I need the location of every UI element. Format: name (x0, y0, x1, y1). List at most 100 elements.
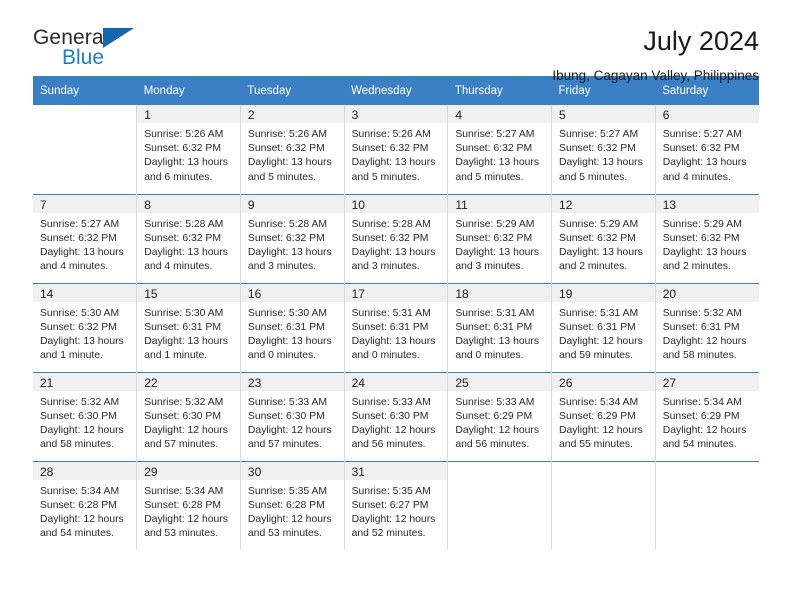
calendar-day-cell[interactable]: 28 Sunrise: 5:34 AM Sunset: 6:28 PM Dayligh… (33, 460, 138, 550)
daylight-text: Daylight: 12 hours (247, 513, 332, 525)
day-number: 17 (344, 283, 448, 302)
day-details (448, 480, 551, 485)
calendar-day-cell[interactable]: 9 Sunrise: 5:28 AM Sunset: 6:32 PM Daylight… (240, 193, 345, 283)
calendar-day-cell[interactable]: 22 Sunrise: 5:32 AM Sunset: 6:30 PM Dayligh… (136, 371, 241, 461)
sunrise-text: Sunrise: 5:28 AM (144, 218, 224, 230)
calendar-day-cell[interactable]: 8 Sunrise: 5:28 AM Sunset: 6:32 PM Daylight… (136, 193, 241, 283)
calendar-day-cell[interactable]: 15 Sunrise: 5:30 AM Sunset: 6:31 PM Dayligh… (136, 282, 241, 372)
day-details: Sunrise: 5:33 AM Sunset: 6:29 PM Daylight:… (448, 391, 551, 453)
calendar-day-cell[interactable]: 12 Sunrise: 5:29 AM Sunset: 6:32 PM Dayligh… (551, 193, 656, 283)
calendar-day-cell[interactable]: 7 Sunrise: 5:27 AM Sunset: 6:32 PM Daylight… (33, 193, 138, 283)
calendar-day-cell[interactable]: 30 Sunrise: 5:35 AM Sunset: 6:28 PM Dayligh… (240, 460, 345, 550)
day-details: Sunrise: 5:35 AM Sunset: 6:28 PM Daylight:… (241, 480, 344, 542)
daylight-text: and 4 minutes. (40, 261, 109, 273)
sunset-text: Sunset: 6:31 PM (144, 321, 222, 333)
calendar-day-cell[interactable]: 5 Sunrise: 5:27 AM Sunset: 6:32 PM Daylight… (551, 105, 656, 194)
day-number: 8 (137, 194, 240, 213)
calendar-day-cell[interactable]: 26 Sunrise: 5:34 AM Sunset: 6:29 PM Dayligh… (551, 371, 656, 461)
sunrise-text: Sunrise: 5:26 AM (144, 129, 224, 140)
sunrise-text: Sunrise: 5:29 AM (559, 218, 639, 230)
sunrise-text: Sunrise: 5:27 AM (662, 129, 742, 140)
sunset-text: Sunset: 6:31 PM (662, 321, 740, 333)
calendar-day-cell[interactable]: 1 Sunrise: 5:26 AM Sunset: 6:32 PM Daylight… (136, 105, 241, 194)
calendar-day-cell[interactable]: 4 Sunrise: 5:27 AM Sunset: 6:32 PM Daylight… (447, 105, 553, 194)
day-details: Sunrise: 5:34 AM Sunset: 6:28 PM Daylight:… (33, 480, 136, 542)
daylight-text: Daylight: 12 hours (144, 513, 228, 525)
sunrise-text: Sunrise: 5:30 AM (247, 307, 328, 319)
sunset-text: Sunset: 6:30 PM (247, 410, 325, 422)
page-title: July 2024 (643, 26, 759, 56)
weekday-header-sunday: Sunday (33, 76, 137, 105)
daylight-text: Daylight: 13 hours (247, 335, 332, 347)
day-details: Sunrise: 5:34 AM Sunset: 6:29 PM Daylight:… (552, 391, 655, 453)
title-block: July 2024 Ibung, Cagayan Valley, Philipp… (552, 26, 759, 84)
calendar-day-cell[interactable]: 24 Sunrise: 5:33 AM Sunset: 6:30 PM Dayligh… (344, 371, 449, 461)
day-details: Sunrise: 5:30 AM Sunset: 6:31 PM Daylight:… (137, 302, 240, 364)
calendar-day-cell[interactable]: 25 Sunrise: 5:33 AM Sunset: 6:29 PM Dayligh… (447, 371, 553, 461)
daylight-text: Daylight: 13 hours (351, 335, 436, 347)
day-details: Sunrise: 5:30 AM Sunset: 6:31 PM Daylight:… (241, 302, 344, 364)
daylight-text: and 5 minutes. (455, 171, 524, 183)
day-number (33, 105, 136, 123)
sunset-text: Sunset: 6:32 PM (40, 232, 117, 244)
daylight-text: and 54 minutes. (40, 528, 114, 540)
calendar-day-cell[interactable]: 18 Sunrise: 5:31 AM Sunset: 6:31 PM Dayligh… (447, 282, 553, 372)
sunrise-text: Sunrise: 5:35 AM (351, 485, 431, 497)
sunrise-text: Sunrise: 5:32 AM (40, 396, 120, 408)
sunset-text: Sunset: 6:29 PM (455, 410, 533, 422)
calendar-day-cell[interactable]: 2 Sunrise: 5:26 AM Sunset: 6:32 PM Daylight… (240, 105, 345, 194)
day-details: Sunrise: 5:26 AM Sunset: 6:32 PM Daylight:… (241, 123, 344, 185)
sunrise-text: Sunrise: 5:29 AM (455, 218, 535, 230)
calendar-day-cell[interactable]: 23 Sunrise: 5:33 AM Sunset: 6:30 PM Dayligh… (240, 371, 345, 461)
sunset-text: Sunset: 6:30 PM (40, 410, 117, 422)
calendar-day-cell[interactable]: 11 Sunrise: 5:29 AM Sunset: 6:32 PM Dayligh… (447, 193, 553, 283)
calendar-day-cell[interactable]: 20 Sunrise: 5:32 AM Sunset: 6:31 PM Dayligh… (655, 282, 759, 372)
calendar-day-cell[interactable]: 13 Sunrise: 5:29 AM Sunset: 6:32 PM Dayligh… (655, 193, 759, 283)
daylight-text: and 1 minute. (144, 350, 208, 362)
daylight-text: and 4 minutes. (144, 261, 213, 273)
calendar-day-cell[interactable]: 17 Sunrise: 5:31 AM Sunset: 6:31 PM Dayligh… (344, 282, 449, 372)
day-details: Sunrise: 5:28 AM Sunset: 6:32 PM Daylight:… (241, 213, 344, 275)
calendar-day-cell[interactable]: 21 Sunrise: 5:32 AM Sunset: 6:30 PM Dayligh… (33, 371, 138, 461)
sunset-text: Sunset: 6:32 PM (144, 143, 222, 155)
daylight-text: Daylight: 13 hours (247, 246, 332, 258)
sunset-text: Sunset: 6:29 PM (662, 410, 740, 422)
day-number: 9 (240, 194, 344, 213)
daylight-text: Daylight: 13 hours (351, 157, 436, 169)
sunrise-text: Sunrise: 5:34 AM (662, 396, 742, 408)
calendar-body: 1 Sunrise: 5:26 AM Sunset: 6:32 PM Daylight… (33, 105, 759, 550)
sunrise-text: Sunrise: 5:33 AM (351, 396, 431, 408)
day-details: Sunrise: 5:33 AM Sunset: 6:30 PM Daylight:… (345, 391, 448, 453)
weekday-header-monday: Monday (136, 76, 241, 105)
daylight-text: and 0 minutes. (455, 350, 524, 362)
daylight-text: and 3 minutes. (351, 261, 420, 273)
daylight-text: Daylight: 13 hours (455, 335, 540, 347)
calendar-day-cell[interactable]: 3 Sunrise: 5:26 AM Sunset: 6:32 PM Daylight… (344, 105, 449, 194)
sunrise-text: Sunrise: 5:34 AM (144, 485, 224, 497)
calendar-day-cell[interactable]: 19 Sunrise: 5:31 AM Sunset: 6:31 PM Dayligh… (551, 282, 656, 372)
day-number: 15 (137, 283, 240, 302)
day-details: Sunrise: 5:31 AM Sunset: 6:31 PM Daylight:… (448, 302, 551, 364)
calendar-day-cell[interactable]: 31 Sunrise: 5:35 AM Sunset: 6:27 PM Dayligh… (344, 460, 449, 550)
calendar-day-cell[interactable]: 16 Sunrise: 5:30 AM Sunset: 6:31 PM Dayligh… (240, 282, 345, 372)
calendar-day-cell[interactable]: 27 Sunrise: 5:34 AM Sunset: 6:29 PM Dayligh… (655, 371, 759, 461)
day-number: 20 (655, 283, 759, 302)
day-details: Sunrise: 5:27 AM Sunset: 6:32 PM Daylight:… (552, 123, 655, 185)
day-number: 26 (552, 372, 655, 391)
day-details: Sunrise: 5:32 AM Sunset: 6:30 PM Daylight:… (33, 391, 136, 453)
calendar-day-cell[interactable]: 14 Sunrise: 5:30 AM Sunset: 6:32 PM Dayligh… (33, 282, 138, 372)
calendar-day-cell[interactable]: 6 Sunrise: 5:27 AM Sunset: 6:32 PM Daylight… (655, 105, 759, 194)
daylight-text: and 5 minutes. (247, 171, 317, 183)
calendar-day-cell[interactable]: 29 Sunrise: 5:34 AM Sunset: 6:28 PM Dayligh… (136, 460, 241, 550)
daylight-text: Daylight: 13 hours (662, 157, 747, 169)
sunrise-text: Sunrise: 5:27 AM (40, 218, 120, 230)
daylight-text: and 53 minutes. (247, 528, 322, 540)
day-details: Sunrise: 5:26 AM Sunset: 6:32 PM Daylight:… (345, 123, 448, 185)
calendar-day-cell[interactable]: 10 Sunrise: 5:28 AM Sunset: 6:32 PM Dayligh… (344, 193, 449, 283)
day-number: 1 (137, 105, 240, 123)
daylight-text: Daylight: 12 hours (559, 335, 643, 347)
day-details: Sunrise: 5:30 AM Sunset: 6:32 PM Daylight:… (33, 302, 136, 364)
logo-text-blue: Blue (62, 46, 105, 69)
sunrise-text: Sunrise: 5:29 AM (662, 218, 742, 230)
daylight-text: Daylight: 12 hours (559, 424, 643, 436)
